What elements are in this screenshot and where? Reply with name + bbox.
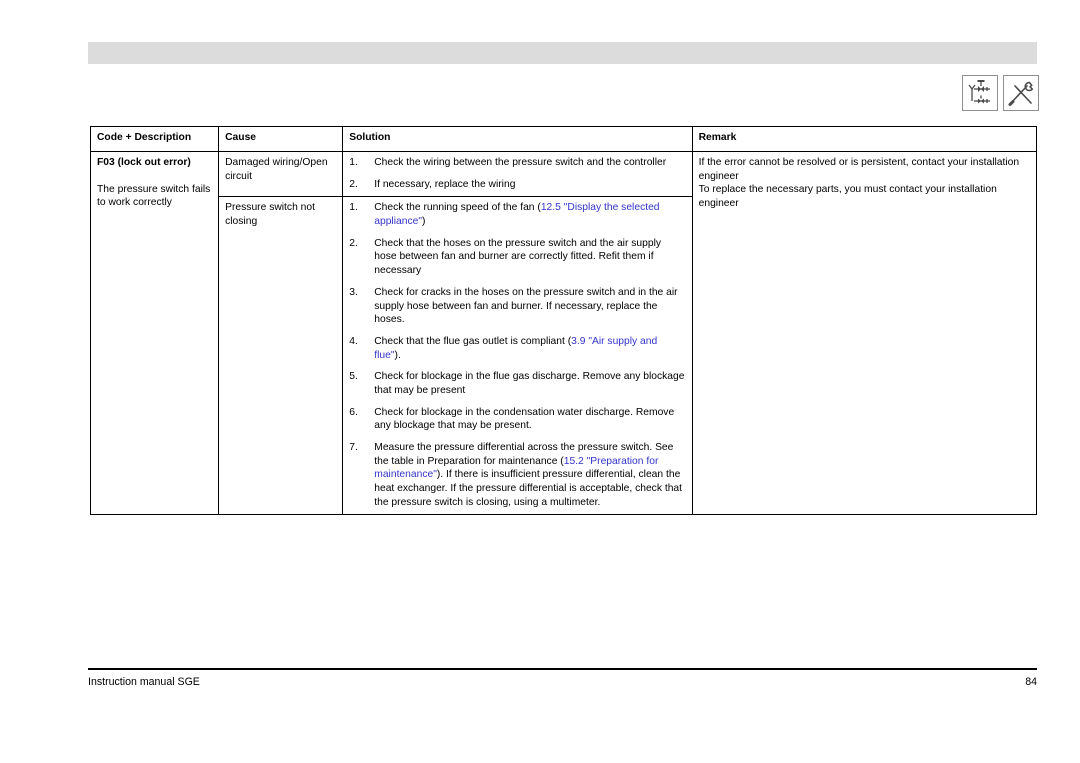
solution-step: 7. Measure the pressure differential acro… bbox=[349, 441, 685, 509]
footer-divider bbox=[88, 668, 1037, 670]
solution-step-text: ) bbox=[422, 216, 426, 228]
solution-step-number: 1. bbox=[349, 202, 358, 214]
solution-step-text: If necessary, replace the wiring bbox=[374, 178, 516, 190]
solution-step-text: Check for cracks in the hoses on the pre… bbox=[374, 286, 678, 326]
solution-step-text: Check that the hoses on the pressure swi… bbox=[374, 237, 662, 277]
cause-text: Pressure switch not closing bbox=[225, 202, 315, 228]
solution-step-number: 2. bbox=[349, 237, 358, 249]
cell-remark: If the error cannot be resolved or is pe… bbox=[691, 150, 1038, 516]
column-header-cause: Cause bbox=[218, 126, 344, 152]
solution-step: 3. Check for cracks in the hoses on the p… bbox=[349, 286, 685, 327]
header-band bbox=[88, 42, 1037, 64]
table-row: F03 (lock out error) The pressure switch… bbox=[89, 150, 1038, 516]
solution-step-list: 1. Check the running speed of the fan (12… bbox=[349, 201, 685, 509]
solution-step: 6. Check for blockage in the condensation… bbox=[349, 406, 685, 433]
table-header-row: Code + Description Cause Solution Remark bbox=[89, 126, 1038, 152]
cause-text: Damaged wiring/Open circuit bbox=[225, 157, 328, 182]
remark-line-1: If the error cannot be resolved or is pe… bbox=[698, 157, 1020, 182]
solution-step: 2. Check that the hoses on the pressure s… bbox=[349, 237, 685, 278]
solution-step-number: 4. bbox=[349, 335, 358, 347]
page-footer: Instruction manual SGE 84 bbox=[88, 676, 1037, 688]
solution-step-text: Check for blockage in the flue gas disch… bbox=[374, 371, 685, 396]
solution-step: 1. Check the running speed of the fan (12… bbox=[349, 201, 685, 228]
fault-code-table-wrapper: Code + Description Cause Solution Remark… bbox=[89, 126, 1038, 516]
solution-step-number: 7. bbox=[349, 442, 358, 453]
solution-step-number: 2. bbox=[349, 178, 358, 190]
solution-step-list: 1. Check the wiring between the pressure … bbox=[349, 156, 685, 191]
column-header-solution: Solution bbox=[342, 126, 693, 152]
solution-step-text: Check the running speed of the fan ( bbox=[374, 202, 541, 214]
solution-step-number: 1. bbox=[349, 157, 358, 168]
cell-cause: Pressure switch not closing bbox=[218, 196, 344, 516]
fault-code-description: The pressure switch fails to work correc… bbox=[97, 183, 211, 209]
document-page: Code + Description Cause Solution Remark… bbox=[0, 0, 1080, 763]
crossed-tools-icon bbox=[1003, 75, 1039, 111]
solution-step-text: Check for blockage in the condensation w… bbox=[374, 406, 675, 432]
solution-step-text: ). bbox=[394, 349, 401, 361]
table-body: F03 (lock out error) The pressure switch… bbox=[89, 150, 1038, 516]
column-header-remark: Remark bbox=[691, 126, 1038, 152]
cell-solution: 1. Check the wiring between the pressure … bbox=[342, 150, 693, 198]
solution-step-text: Check the wiring between the pressure sw… bbox=[374, 157, 667, 168]
solution-step: 5. Check for blockage in the flue gas dis… bbox=[349, 370, 685, 397]
fault-code-title: F03 (lock out error) bbox=[97, 157, 191, 168]
column-header-code: Code + Description bbox=[89, 126, 220, 152]
solution-step-number: 5. bbox=[349, 371, 358, 383]
solution-step: 2. If necessary, replace the wiring bbox=[349, 178, 685, 192]
cell-cause: Damaged wiring/Open circuit bbox=[218, 150, 344, 198]
solution-step-number: 6. bbox=[349, 406, 358, 418]
remark-line-2: To replace the necessary parts, you must… bbox=[698, 184, 997, 210]
cell-code-description: F03 (lock out error) The pressure switch… bbox=[89, 150, 220, 516]
icon-cluster bbox=[962, 75, 1039, 111]
gas-valve-train-icon bbox=[962, 75, 998, 111]
footer-page-number: 84 bbox=[1025, 676, 1037, 688]
solution-step-text: Check that the flue gas outlet is compli… bbox=[374, 335, 572, 347]
solution-step-number: 3. bbox=[349, 286, 358, 298]
footer-manual-title: Instruction manual SGE bbox=[88, 676, 200, 688]
fault-code-table: Code + Description Cause Solution Remark… bbox=[89, 126, 1038, 516]
cell-solution: 1. Check the running speed of the fan (12… bbox=[342, 196, 693, 516]
solution-step: 1. Check the wiring between the pressure … bbox=[349, 156, 685, 170]
solution-step: 4. Check that the flue gas outlet is comp… bbox=[349, 335, 685, 362]
